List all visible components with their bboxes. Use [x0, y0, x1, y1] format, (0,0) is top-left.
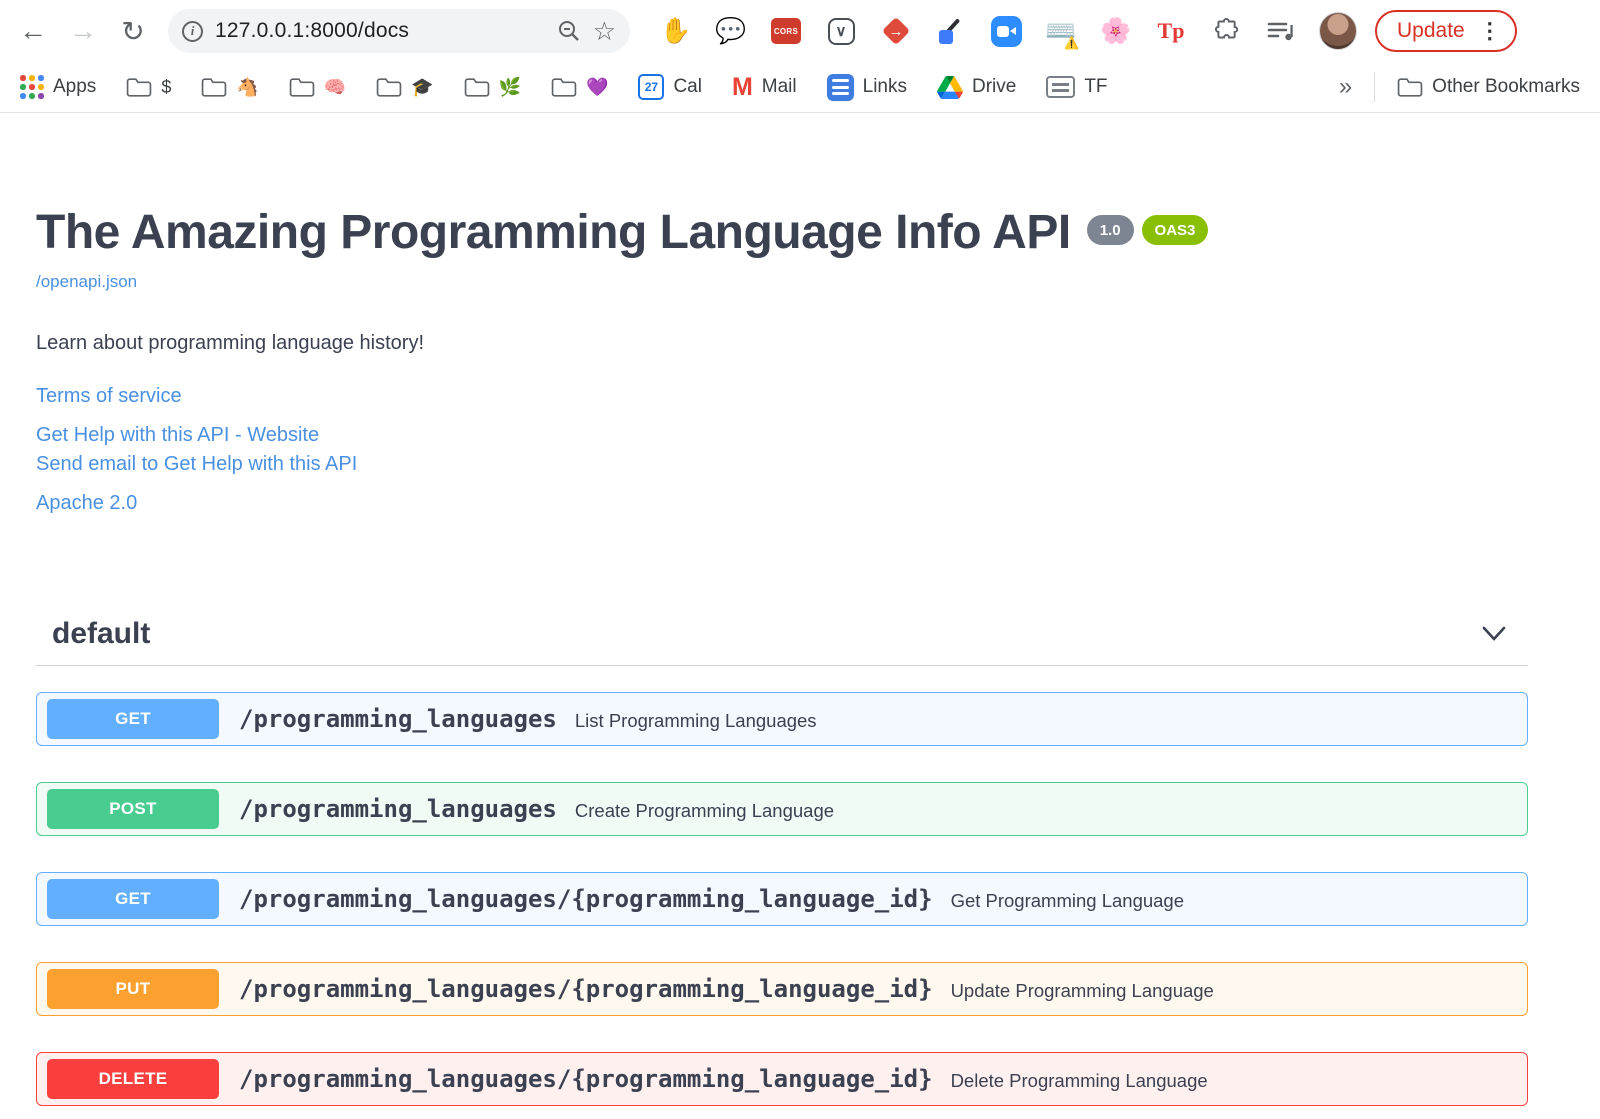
- bookmark-mail[interactable]: M Mail: [731, 72, 797, 101]
- other-bookmarks[interactable]: Other Bookmarks: [1397, 76, 1580, 98]
- bookmark-folder-grad[interactable]: 🎓: [376, 77, 434, 98]
- cors-extension-icon[interactable]: CORS: [766, 11, 806, 51]
- endpoint-row-put-update[interactable]: PUT /programming_languages/{programming_…: [36, 962, 1528, 1017]
- warning-icon: ⚠️: [1064, 36, 1079, 50]
- site-info-icon[interactable]: i: [182, 20, 203, 42]
- endpoint-summary: Update Programming Language: [950, 979, 1214, 1001]
- bookmark-tf[interactable]: TF: [1046, 76, 1108, 98]
- method-badge: PUT: [47, 969, 219, 1010]
- endpoint-row-delete[interactable]: DELETE /programming_languages/{programmi…: [36, 1052, 1528, 1107]
- version-badge: 1.0: [1086, 215, 1134, 245]
- browser-toolbar: ← → ↻ i 127.0.0.1:8000/docs ☆ ✋ 💬 CORS ∨…: [0, 0, 1600, 62]
- bookmark-drive[interactable]: Drive: [937, 75, 1016, 99]
- color-picker-extension-icon[interactable]: [931, 11, 971, 51]
- api-description: Learn about programming language history…: [36, 332, 425, 355]
- bookmark-links[interactable]: Links: [826, 73, 907, 101]
- bookmarks-right-group: » Other Bookmarks: [1339, 72, 1580, 102]
- endpoint-path: /programming_languages/{programming_lang…: [239, 1065, 933, 1094]
- swagger-docs-page: The Amazing Programming Language Info AP…: [0, 205, 1600, 1107]
- oas3-badge: OAS3: [1141, 215, 1209, 245]
- stop-hand-extension-icon[interactable]: ✋: [656, 11, 696, 51]
- apps-grid-icon: [20, 75, 44, 99]
- media-queue-extension-icon[interactable]: [1261, 11, 1301, 51]
- tf-icon: [1046, 76, 1076, 98]
- tp-extension-icon[interactable]: Tp: [1151, 11, 1191, 51]
- endpoint-list: GET /programming_languages List Programm…: [36, 692, 1528, 1107]
- openapi-json-link[interactable]: /openapi.json: [36, 272, 137, 292]
- endpoint-path: /programming_languages: [239, 705, 557, 734]
- method-badge: GET: [47, 879, 219, 920]
- method-badge: DELETE: [47, 1059, 219, 1100]
- puzzle-extensions-icon[interactable]: [1206, 11, 1246, 51]
- chevron-down-icon[interactable]: [1482, 626, 1506, 642]
- section-title: default: [52, 617, 151, 651]
- bookmark-star-icon[interactable]: ☆: [593, 16, 616, 47]
- endpoint-row-post-create[interactable]: POST /programming_languages Create Progr…: [36, 782, 1528, 837]
- zoom-video-extension-icon[interactable]: [986, 11, 1026, 51]
- forward-icon[interactable]: →: [60, 8, 106, 54]
- endpoint-row-get-list[interactable]: GET /programming_languages List Programm…: [36, 692, 1528, 747]
- reload-icon[interactable]: ↻: [110, 8, 156, 54]
- bookmark-folder-dollar[interactable]: $: [126, 77, 171, 98]
- endpoint-summary: List Programming Languages: [574, 709, 817, 731]
- license-link[interactable]: Apache 2.0: [36, 492, 137, 514]
- gmail-icon: M: [731, 72, 753, 101]
- terms-of-service-link[interactable]: Terms of service: [36, 385, 182, 407]
- bookmarks-separator: [1374, 72, 1376, 102]
- calendar-icon: 27: [638, 74, 665, 100]
- endpoint-row-get-one[interactable]: GET /programming_languages/{programming_…: [36, 872, 1528, 927]
- chat-bubble-extension-icon[interactable]: 💬: [711, 11, 751, 51]
- endpoint-path: /programming_languages/{programming_lang…: [239, 975, 933, 1004]
- endpoint-path: /programming_languages/{programming_lang…: [239, 885, 933, 914]
- endpoint-path: /programming_languages: [239, 795, 557, 824]
- method-badge: POST: [47, 789, 219, 830]
- endpoint-summary: Create Programming Language: [574, 799, 835, 821]
- page-title: The Amazing Programming Language Info AP…: [36, 206, 1071, 259]
- browser-menu-icon[interactable]: ⋮: [1479, 20, 1501, 42]
- back-icon[interactable]: ←: [10, 8, 56, 54]
- bookmark-folder-horse[interactable]: 🐴: [201, 77, 259, 98]
- bookmarks-bar: Apps $ 🐴 🧠 🎓 🌿 💜 27 Cal M Mail Links Dri…: [0, 62, 1600, 113]
- zoom-magnifier-icon[interactable]: [557, 19, 581, 43]
- profile-avatar[interactable]: [1319, 12, 1357, 50]
- method-badge: GET: [47, 699, 219, 740]
- email-help-link[interactable]: Send email to Get Help with this API: [36, 453, 357, 475]
- section-header-default[interactable]: default: [36, 605, 1528, 667]
- website-help-link[interactable]: Get Help with this API - Website: [36, 424, 319, 446]
- bookmark-folder-heart[interactable]: 💜: [551, 77, 608, 98]
- bookmark-folder-herb[interactable]: 🌿: [464, 77, 521, 98]
- update-button[interactable]: Update ⋮: [1375, 10, 1517, 52]
- endpoint-summary: Get Programming Language: [950, 889, 1185, 911]
- drive-icon: [937, 75, 963, 99]
- api-title-row: The Amazing Programming Language Info AP…: [36, 205, 1528, 260]
- url-text[interactable]: 127.0.0.1:8000/docs: [215, 19, 545, 43]
- bookmark-calendar[interactable]: 27 Cal: [638, 74, 702, 100]
- extensions-row: ✋ 💬 CORS ∨ → ⌨️ ⚠️ 🌸 Tp: [656, 11, 1301, 51]
- flower-extension-icon[interactable]: 🌸: [1096, 11, 1136, 51]
- keyboard-extension-icon[interactable]: ⌨️ ⚠️: [1041, 11, 1081, 51]
- apps-shortcut[interactable]: Apps: [20, 75, 96, 99]
- links-list-icon: [826, 73, 854, 101]
- bookmarks-overflow-icon[interactable]: »: [1339, 73, 1352, 101]
- bookmark-folder-brain[interactable]: 🧠: [289, 77, 346, 98]
- endpoint-summary: Delete Programming Language: [950, 1069, 1208, 1091]
- shield-extension-icon[interactable]: ∨: [821, 11, 861, 51]
- diamond-arrow-extension-icon[interactable]: →: [876, 11, 916, 51]
- address-bar[interactable]: i 127.0.0.1:8000/docs ☆: [168, 9, 630, 53]
